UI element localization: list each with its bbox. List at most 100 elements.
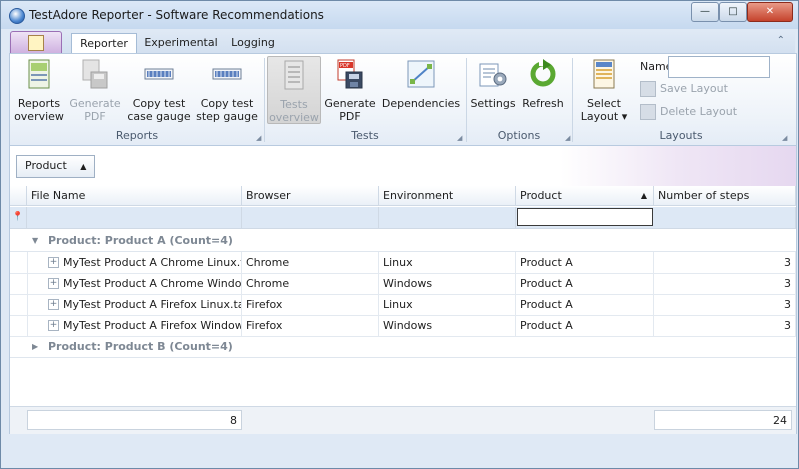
maximize-button[interactable]: □: [719, 2, 747, 22]
select-layout-label-2: Layout ▾: [576, 110, 632, 123]
table-row[interactable]: MyTest Product A Firefox Window… + Firef…: [10, 315, 796, 337]
cell-environment: Linux: [379, 294, 516, 315]
expand-caret-icon[interactable]: ▶: [32, 336, 38, 357]
copy-test-case-gauge-label-1: Copy test: [132, 97, 186, 110]
settings-icon: [479, 63, 507, 87]
dependencies-button[interactable]: Dependencies: [381, 56, 461, 110]
file-count-summary: 8: [27, 410, 242, 430]
cell-environment: Windows: [379, 315, 516, 336]
cell-file-name: MyTest Product A Firefox Window…: [27, 315, 242, 336]
layouts-dialog-launcher-icon[interactable]: ◢: [782, 134, 787, 142]
tests-overview-label-1: Tests: [280, 98, 308, 111]
steps-total-summary: 24: [654, 410, 792, 430]
reports-overview-label-1: Reports: [17, 97, 61, 110]
expand-plus-icon[interactable]: +: [48, 257, 59, 268]
generate-pdf-label-2: PDF: [84, 110, 106, 123]
reports-dialog-launcher-icon[interactable]: ◢: [256, 134, 261, 142]
cell-browser: Chrome: [242, 273, 379, 294]
group-row-label: Product: Product A (Count=4): [48, 234, 233, 247]
window-title: TestAdore Reporter - Software Recommenda…: [29, 8, 324, 22]
cell-browser: Firefox: [242, 315, 379, 336]
close-button[interactable]: ✕: [747, 2, 793, 22]
app-logo-icon[interactable]: [9, 8, 25, 24]
cell-number-of-steps: 3: [654, 252, 796, 273]
sort-ascending-icon: ▲: [80, 162, 87, 171]
filter-cell-number-of-steps[interactable]: [654, 207, 796, 228]
cell-environment: Linux: [379, 252, 516, 273]
group-row[interactable]: ▶ Product: Product B (Count=4): [10, 336, 796, 358]
expand-plus-icon[interactable]: +: [48, 278, 59, 289]
gauge-icon: [212, 68, 242, 80]
column-header-product-label: Product: [520, 189, 562, 202]
generate-pdf-tests-button[interactable]: PDF Generate PDF: [323, 56, 377, 123]
column-header-number-of-steps[interactable]: Number of steps: [654, 186, 796, 206]
cell-product: Product A: [516, 273, 654, 294]
table-row[interactable]: MyTest Product A Chrome Windo… + Chrome …: [10, 273, 796, 295]
title-bar[interactable]: TestAdore Reporter - Software Recommenda…: [1, 1, 798, 29]
ribbon-panel: Reports overview Generate PDF Copy test …: [9, 53, 797, 146]
gauge-icon: [144, 68, 174, 80]
reports-overview-button[interactable]: Reports overview: [12, 56, 66, 123]
filter-cell-environment[interactable]: [379, 207, 516, 228]
cell-number-of-steps: 3: [654, 294, 796, 315]
layout-name-input[interactable]: [668, 56, 770, 78]
column-header-browser[interactable]: Browser: [242, 186, 379, 206]
copy-test-step-gauge-label-2: step gauge: [196, 110, 258, 123]
settings-button[interactable]: Settings: [469, 56, 517, 110]
generate-pdf-reports-button[interactable]: Generate PDF: [68, 56, 122, 123]
column-header-product[interactable]: Product ▲: [516, 186, 654, 206]
group-by-chip-label: Product: [25, 159, 67, 172]
generate-pdf-tests-label-1: Generate: [324, 97, 376, 110]
filter-cell-browser[interactable]: [242, 207, 379, 228]
select-layout-button[interactable]: Select Layout ▾: [576, 56, 632, 123]
save-layout-button[interactable]: Save Layout: [640, 81, 728, 99]
cell-file-name: MyTest Product A Chrome Linux.ta: [27, 252, 242, 273]
ribbon-minimize-chevron-icon[interactable]: ⌃: [777, 35, 785, 46]
table-row[interactable]: MyTest Product A Chrome Linux.ta + Chrom…: [10, 252, 796, 274]
group-separator: [572, 58, 573, 142]
refresh-button[interactable]: Refresh: [519, 56, 567, 110]
group-by-product-chip[interactable]: Product ▲: [16, 155, 96, 178]
delete-icon: [640, 104, 656, 120]
select-layout-icon: [593, 59, 615, 89]
cell-product: Product A: [516, 294, 654, 315]
delete-layout-button[interactable]: Delete Layout: [640, 104, 737, 122]
cell-product: Product A: [516, 315, 654, 336]
tab-reporter[interactable]: Reporter: [71, 33, 137, 53]
cell-file-name: MyTest Product A Chrome Windo…: [27, 273, 242, 294]
tests-overview-icon: [284, 60, 304, 90]
tests-overview-button[interactable]: Tests overview: [267, 56, 321, 124]
minimize-button[interactable]: —: [691, 2, 719, 22]
row-indicator-header: [10, 186, 27, 206]
column-header-file-name[interactable]: File Name: [27, 186, 242, 206]
collapse-caret-icon[interactable]: ▼: [32, 230, 38, 251]
delete-layout-label: Delete Layout: [660, 105, 738, 118]
table-row[interactable]: MyTest Product A Firefox Linux.ta + Fire…: [10, 294, 796, 316]
reports-group-label: Reports: [115, 129, 159, 142]
dependencies-label: Dependencies: [381, 97, 461, 110]
group-row[interactable]: ▼ Product: Product A (Count=4): [10, 230, 796, 252]
copy-test-case-gauge-label-2: case gauge: [127, 110, 191, 123]
copy-test-case-gauge-button[interactable]: Copy test case gauge: [126, 56, 192, 123]
copy-test-step-gauge-button[interactable]: Copy test step gauge: [194, 56, 260, 123]
expand-plus-icon[interactable]: +: [48, 299, 59, 310]
refresh-icon: [530, 59, 556, 87]
column-header-environment[interactable]: Environment: [379, 186, 516, 206]
expand-plus-icon[interactable]: +: [48, 320, 59, 331]
filter-input-product[interactable]: [517, 208, 653, 226]
options-dialog-launcher-icon[interactable]: ◢: [565, 134, 570, 142]
cell-environment: Windows: [379, 273, 516, 294]
tab-logging[interactable]: Logging: [227, 33, 279, 52]
cell-browser: Chrome: [242, 252, 379, 273]
group-row-label: Product: Product B (Count=4): [48, 340, 233, 353]
filter-cell-file-name[interactable]: [27, 207, 242, 228]
clipboard-icon: [28, 35, 44, 51]
cell-number-of-steps: 3: [654, 273, 796, 294]
test-results-grid: Product ▲ File Name Browser Environment …: [9, 145, 797, 434]
tab-experimental[interactable]: Experimental: [139, 33, 223, 52]
reports-overview-icon: [28, 59, 50, 89]
tests-dialog-launcher-icon[interactable]: ◢: [457, 134, 462, 142]
application-menu-button[interactable]: [10, 31, 62, 54]
cell-browser: Firefox: [242, 294, 379, 315]
select-layout-label-1: Select: [587, 97, 621, 110]
